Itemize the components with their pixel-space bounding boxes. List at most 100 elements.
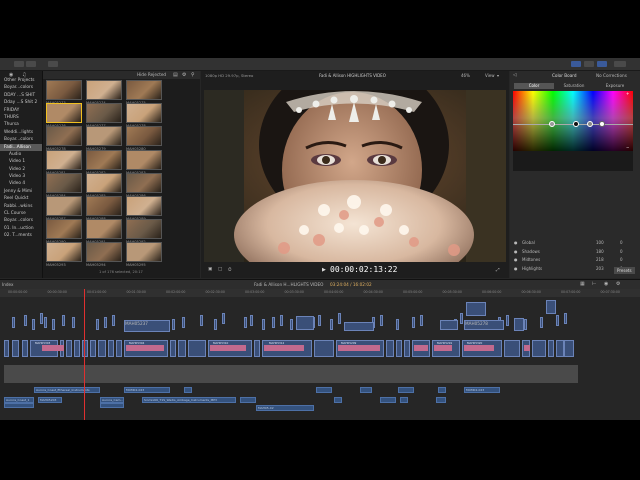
primary-clip[interactable]: [74, 340, 80, 357]
sidebar-item[interactable]: Video 2: [0, 166, 42, 173]
connected-clip[interactable]: [556, 315, 559, 326]
primary-clip[interactable]: [170, 340, 176, 357]
background-tasks-button[interactable]: [48, 61, 58, 67]
connected-clip[interactable]: [524, 319, 527, 330]
connected-clip[interactable]: [396, 319, 399, 330]
storyline-clip[interactable]: [466, 302, 486, 316]
keywords-button[interactable]: [26, 61, 36, 67]
connected-clip[interactable]: [24, 315, 27, 326]
timeline-ruler[interactable]: 00:00:00:00 00:00:30:00 00:01:00:00 00:01:3…: [0, 289, 640, 297]
connected-clip[interactable]: [52, 319, 55, 330]
sidebar-item[interactable]: CL Course: [0, 210, 42, 217]
audio-clip[interactable]: [380, 397, 396, 403]
connected-clip[interactable]: [540, 317, 543, 328]
primary-clip[interactable]: [12, 340, 19, 357]
primary-clip[interactable]: [90, 340, 96, 357]
connected-clip[interactable]: [44, 317, 47, 328]
tab-color[interactable]: Color: [514, 83, 554, 89]
sidebar-item[interactable]: Dday ...S Shit 2: [0, 99, 42, 106]
primary-clip[interactable]: [116, 340, 122, 357]
connected-clip[interactable]: [506, 315, 509, 326]
sidebar-item[interactable]: Weddi...lights: [0, 129, 42, 136]
timeline-toggle-button[interactable]: [584, 61, 594, 67]
inspector-toggle-button[interactable]: [597, 61, 607, 67]
clip-thumbnail-strip[interactable]: [524, 345, 530, 351]
view-menu[interactable]: View: [485, 73, 495, 78]
row-value[interactable]: 218: [596, 256, 604, 263]
sidebar-item[interactable]: Video 3: [0, 173, 42, 180]
primary-clip[interactable]: [396, 340, 402, 357]
connected-clip[interactable]: [412, 317, 415, 328]
audio-clip[interactable]: Sinmix66_T1S_Wedis_Ambage_Instruments_MP…: [142, 397, 236, 403]
storyline-clip[interactable]: MAH05278: [464, 320, 504, 330]
connected-clip[interactable]: [172, 319, 175, 330]
snapping-icon[interactable]: ⊢: [592, 280, 596, 289]
row-value-2[interactable]: 0: [620, 248, 623, 255]
clip-thumbnail-strip[interactable]: [210, 345, 246, 351]
share-button[interactable]: [614, 61, 626, 67]
shadows-puck[interactable]: [573, 121, 579, 127]
sidebar-item[interactable]: 02. T...ments: [0, 232, 42, 239]
connected-clip[interactable]: [250, 315, 253, 326]
audio-clip[interactable]: [438, 387, 446, 393]
connected-clip[interactable]: [318, 315, 321, 326]
timeline[interactable]: MAH05237 MAH05278 MAH05303 MAH05304 MAH05310…: [0, 289, 640, 420]
audio-clip[interactable]: [400, 397, 408, 403]
audio-clip[interactable]: [360, 387, 372, 393]
connected-clip[interactable]: [380, 315, 383, 326]
primary-clip[interactable]: [404, 340, 410, 357]
primary-clip[interactable]: [178, 340, 186, 357]
play-icon[interactable]: ▶: [322, 267, 326, 273]
highlights-puck[interactable]: [599, 121, 605, 127]
sidebar-item[interactable]: Boyar...colors: [0, 217, 42, 224]
primary-clip[interactable]: [108, 340, 114, 357]
audio-clip[interactable]: [4, 403, 34, 408]
browser-clip[interactable]: MAH05293: [46, 242, 82, 269]
connected-clip[interactable]: [460, 313, 463, 324]
primary-clip[interactable]: [548, 340, 554, 357]
sidebar-item[interactable]: DDAY ...S SHIT: [0, 92, 42, 99]
sidebar-item[interactable]: Video 4: [0, 180, 42, 187]
sidebar-item[interactable]: Reel Quickt: [0, 195, 42, 202]
connected-clip[interactable]: [96, 319, 99, 330]
back-icon[interactable]: ◁: [513, 73, 516, 78]
primary-clip[interactable]: [22, 340, 28, 357]
primary-clip[interactable]: [314, 340, 334, 357]
primary-clip[interactable]: [4, 340, 9, 357]
audio-clip[interactable]: [240, 397, 256, 403]
global-puck[interactable]: [549, 121, 555, 127]
connected-clip[interactable]: [72, 317, 75, 328]
connected-clip[interactable]: [112, 315, 115, 326]
storyline-clip[interactable]: [296, 316, 314, 330]
browser-toggle-button[interactable]: [571, 61, 581, 67]
sidebar-item[interactable]: Boyar...colors: [0, 84, 42, 91]
storyline-clip[interactable]: [514, 318, 524, 331]
clip-thumbnail-strip[interactable]: [338, 345, 380, 351]
sidebar-item[interactable]: Video 1: [0, 158, 42, 165]
primary-clip[interactable]: [254, 340, 260, 357]
connected-clip[interactable]: [104, 317, 107, 328]
sidebar-item[interactable]: Boyar...colors: [0, 136, 42, 143]
tab-exposure[interactable]: Exposure: [594, 83, 636, 89]
storyline-clip[interactable]: [546, 300, 556, 314]
import-button[interactable]: [14, 61, 24, 67]
audio-clip[interactable]: Aurora_Coast_Ethereal_Instruments: [34, 387, 100, 393]
sidebar-item[interactable]: Other Projects: [0, 77, 42, 84]
correction-menu[interactable]: No Corrections: [596, 73, 627, 78]
browser-clip[interactable]: MAH05294: [86, 242, 122, 269]
row-value-2[interactable]: 0: [620, 239, 623, 246]
settings-icon[interactable]: ⚙: [182, 71, 186, 79]
sidebar-item[interactable]: THURS: [0, 114, 42, 121]
clip-thumbnail-strip[interactable]: [42, 345, 64, 351]
fullscreen-icon[interactable]: ⤢: [496, 267, 500, 273]
connected-clip[interactable]: [420, 315, 423, 326]
hide-rejected-filter[interactable]: Hide Rejected: [137, 71, 166, 79]
connected-clip[interactable]: [290, 319, 293, 330]
audio-clip[interactable]: MAH05-02: [256, 405, 314, 411]
storyline-clip[interactable]: [440, 320, 458, 330]
playhead[interactable]: [84, 289, 85, 420]
audio-clip[interactable]: [100, 403, 124, 408]
connected-clip[interactable]: [272, 317, 275, 328]
connected-clip[interactable]: [12, 317, 15, 328]
primary-clip[interactable]: [504, 340, 520, 357]
